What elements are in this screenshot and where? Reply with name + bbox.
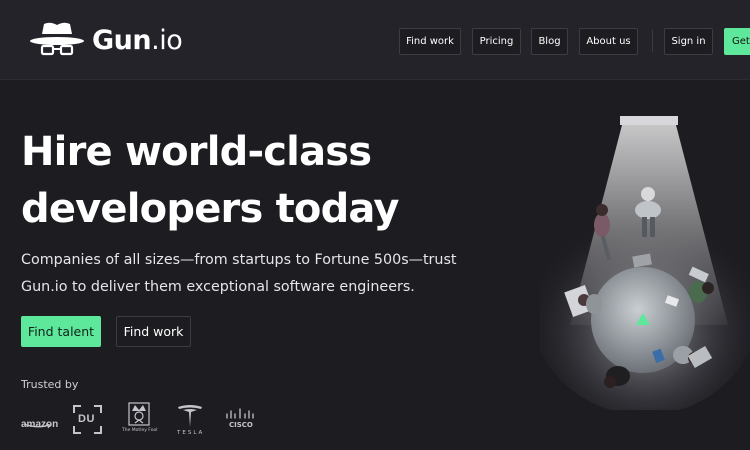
nav-blog[interactable]: Blog xyxy=(531,28,568,55)
ceiling-lamp xyxy=(620,116,678,125)
nav-get-started-button[interactable]: Get xyxy=(724,28,750,55)
trusted-logos: amazon DU The Motley Fool TESLA CISCO xyxy=(0,398,300,442)
hero-subtitle-line1: Companies of all sizes—from startups to … xyxy=(21,252,457,268)
nav-sign-in[interactable]: Sign in xyxy=(664,28,713,55)
nav-divider xyxy=(652,30,653,52)
hero-title-line2: developers today xyxy=(21,186,399,232)
meeting-spotlight-illustration xyxy=(540,116,750,410)
amazon-smile-icon xyxy=(23,423,51,429)
trusted-by-label: Trusted by xyxy=(21,378,79,391)
logo-text-suffix: .io xyxy=(151,24,183,56)
du-logo: DU xyxy=(72,404,103,435)
hero-title: Hire world-class developers today xyxy=(21,124,441,238)
find-work-button[interactable]: Find work xyxy=(116,316,191,347)
hero-title-line1: Hire world-class xyxy=(21,129,372,175)
tesla-logo-text: TESLA xyxy=(177,430,205,436)
hero-subtitle-line2: Gun.io to deliver them exceptional softw… xyxy=(21,279,415,295)
amazon-logo: amazon xyxy=(21,412,58,431)
cisco-logo: CISCO xyxy=(225,408,257,434)
hero-subtitle: Companies of all sizes—from startups to … xyxy=(21,247,461,301)
nav-find-work[interactable]: Find work xyxy=(399,28,461,55)
jester-icon xyxy=(128,402,150,426)
logo-wordmark: Gun.io xyxy=(92,24,183,56)
nav-pricing[interactable]: Pricing xyxy=(472,28,521,55)
motley-fool-logo: The Motley Fool xyxy=(122,402,158,440)
find-talent-button[interactable]: Find talent xyxy=(21,316,101,347)
hat-glasses-icon xyxy=(30,22,84,56)
du-logo-text: DU xyxy=(78,413,95,425)
logo-text-main: Gun xyxy=(92,24,152,56)
nav-about-us[interactable]: About us xyxy=(579,28,638,55)
motley-fool-logo-text: The Motley Fool xyxy=(122,428,158,433)
tesla-logo: TESLA xyxy=(176,404,204,440)
cisco-logo-text: CISCO xyxy=(229,421,253,429)
site-header: Gun.io Find work Pricing Blog About us S… xyxy=(0,0,750,80)
tesla-t-icon xyxy=(178,405,202,427)
gunio-logo[interactable]: Gun.io xyxy=(28,18,183,62)
cisco-bars-icon xyxy=(226,408,254,419)
